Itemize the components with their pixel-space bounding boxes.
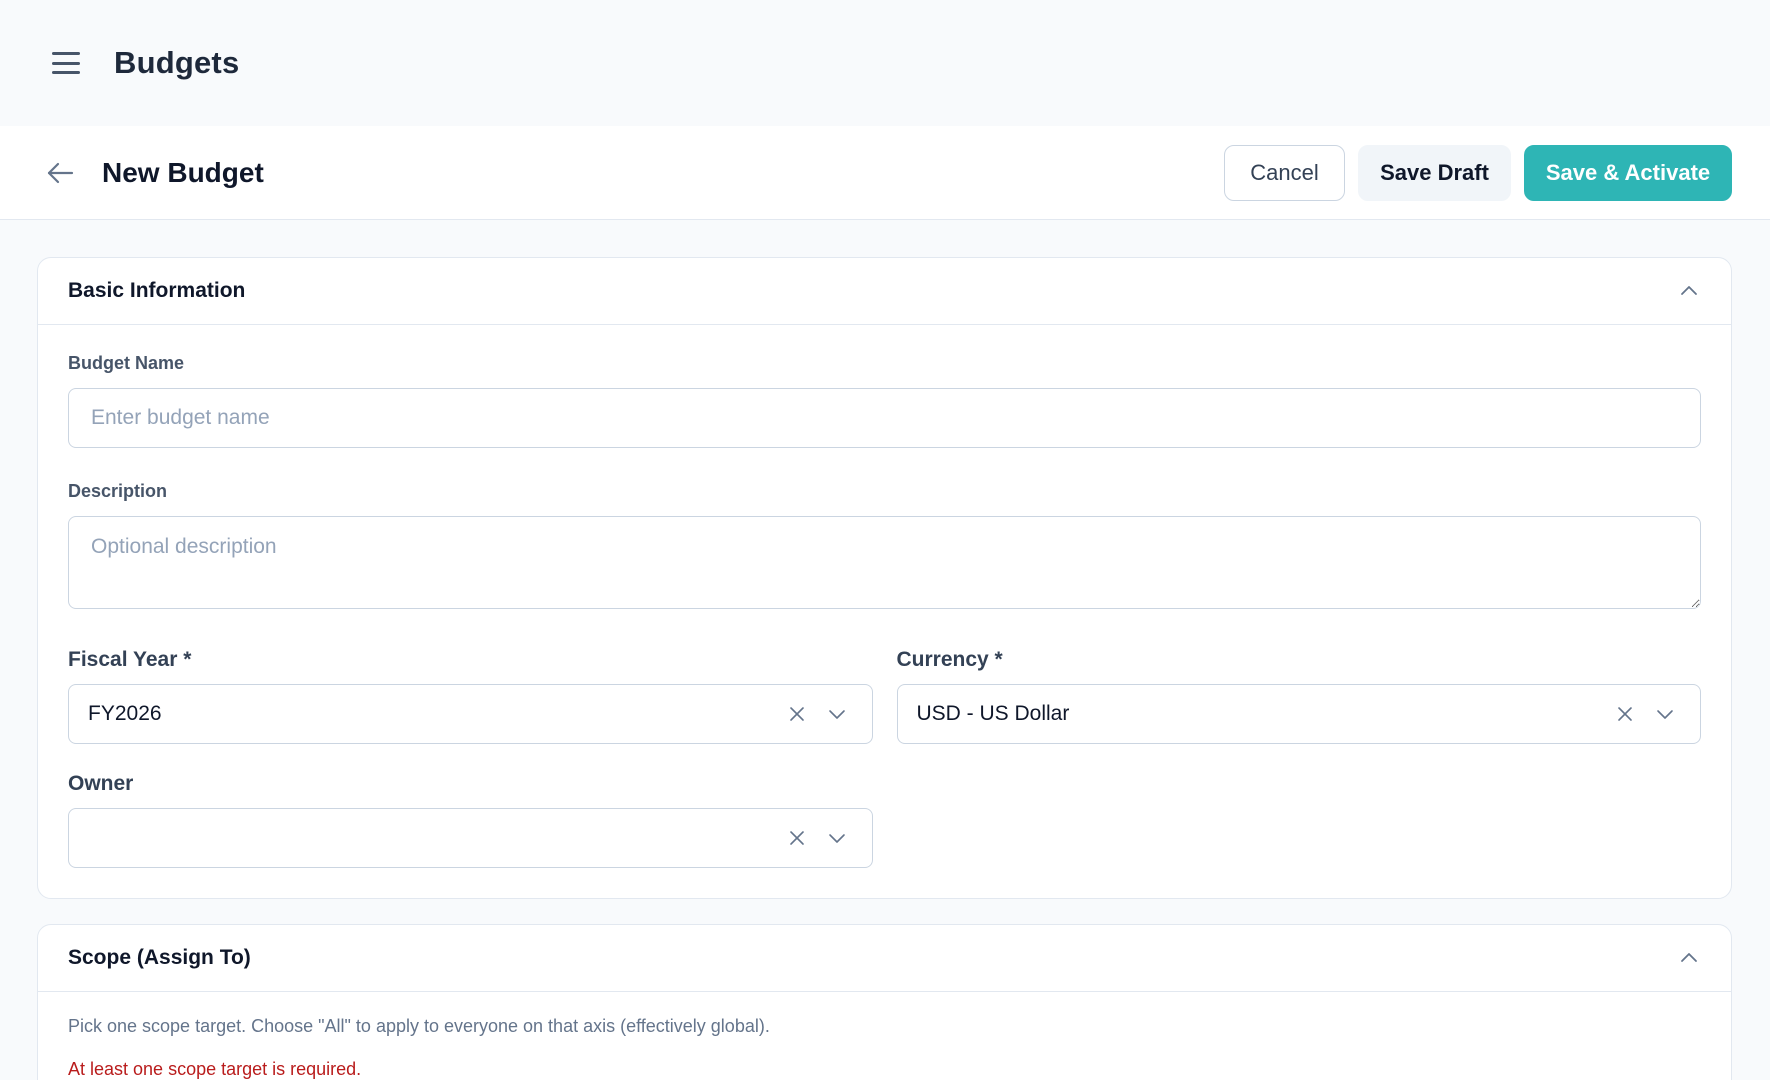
basic-information-card: Basic Information Budget Name Descriptio… <box>37 257 1732 899</box>
owner-label: Owner <box>68 772 134 795</box>
owner-field: Owner <box>68 772 873 868</box>
hamburger-icon[interactable] <box>52 52 80 74</box>
chevron-down-icon[interactable] <box>1654 703 1676 725</box>
currency-select[interactable]: USD - US Dollar <box>896 684 1701 744</box>
budget-name-label: Budget Name <box>68 353 185 373</box>
scope-header[interactable]: Scope (Assign To) <box>38 925 1731 992</box>
description-textarea[interactable] <box>68 516 1701 609</box>
fiscal-currency-row: Fiscal Year * FY2026 Currency * USD - US… <box>68 648 1701 744</box>
chevron-up-icon[interactable] <box>1677 946 1701 970</box>
owner-select[interactable] <box>68 808 873 868</box>
currency-value: USD - US Dollar <box>916 702 1070 725</box>
page-title: New Budget <box>102 156 264 188</box>
fiscal-year-select[interactable]: FY2026 <box>68 684 873 744</box>
scope-error-text: At least one scope target is required. <box>68 1059 362 1079</box>
save-activate-button[interactable]: Save & Activate <box>1524 144 1732 201</box>
app-title: Budgets <box>114 45 240 80</box>
scope-body: Pick one scope target. Choose "All" to a… <box>38 992 1731 1080</box>
currency-label: Currency * <box>896 648 1003 671</box>
fiscal-year-value: FY2026 <box>88 702 162 725</box>
basic-information-header[interactable]: Basic Information <box>38 258 1731 325</box>
top-bar: Budgets <box>0 0 1770 126</box>
close-icon[interactable] <box>786 703 808 725</box>
chevron-up-icon[interactable] <box>1677 279 1701 303</box>
close-icon[interactable] <box>1614 703 1636 725</box>
chevron-down-icon[interactable] <box>826 703 848 725</box>
chevron-down-icon[interactable] <box>826 827 848 849</box>
owner-row: Owner <box>68 772 1701 868</box>
fiscal-year-label: Fiscal Year * <box>68 648 192 671</box>
save-draft-button[interactable]: Save Draft <box>1358 144 1511 201</box>
arrow-left-icon[interactable] <box>44 157 76 189</box>
scope-card: Scope (Assign To) Pick one scope target.… <box>37 924 1732 1080</box>
cancel-button[interactable]: Cancel <box>1224 144 1345 201</box>
description-label: Description <box>68 481 168 501</box>
close-icon[interactable] <box>786 827 808 849</box>
page-header: New Budget Cancel Save Draft Save & Acti… <box>0 126 1770 220</box>
header-actions: Cancel Save Draft Save & Activate <box>1224 144 1732 201</box>
empty-column <box>897 772 1702 868</box>
form-content: Basic Information Budget Name Descriptio… <box>0 220 1770 1080</box>
basic-information-body: Budget Name Description Fiscal Year * FY… <box>38 325 1731 898</box>
currency-field: Currency * USD - US Dollar <box>896 648 1701 744</box>
section-title: Basic Information <box>68 279 246 302</box>
section-title: Scope (Assign To) <box>68 946 251 969</box>
scope-help-text: Pick one scope target. Choose "All" to a… <box>68 1016 770 1036</box>
fiscal-year-field: Fiscal Year * FY2026 <box>68 648 873 744</box>
budget-name-input[interactable] <box>68 388 1701 448</box>
